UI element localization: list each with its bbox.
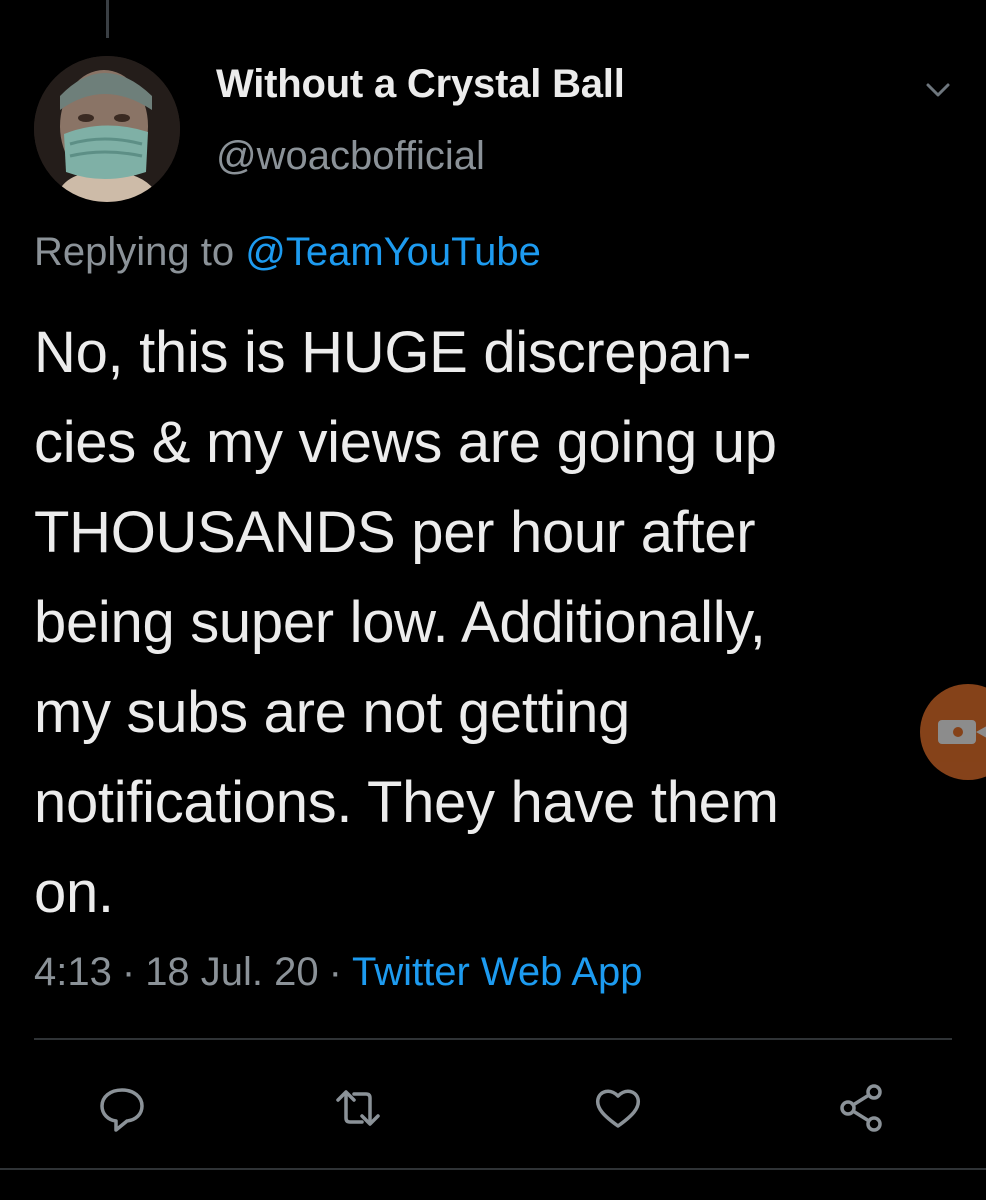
- reply-button[interactable]: [94, 1080, 150, 1136]
- avatar-photo-icon: [34, 56, 180, 202]
- heart-icon: [595, 1089, 641, 1128]
- author-avatar[interactable]: [34, 56, 180, 202]
- retweet-icon: [336, 1090, 380, 1126]
- tweet-date: 18 Jul. 20: [145, 950, 319, 994]
- actions-divider: [34, 1038, 952, 1040]
- thread-connector-line: [106, 0, 109, 38]
- tweet-meta: 4:13 · 18 Jul. 20 · Twitter Web App: [34, 950, 643, 995]
- retweet-button[interactable]: [330, 1080, 386, 1136]
- author-display-name[interactable]: Without a Crystal Ball: [216, 62, 625, 107]
- meta-separator: ·: [328, 950, 342, 994]
- tweet-body-text: No, this is HUGE discrepan- cies & my vi…: [34, 320, 779, 925]
- like-button[interactable]: [590, 1080, 646, 1136]
- share-button[interactable]: [834, 1080, 890, 1136]
- tweet-time: 4:13: [34, 950, 112, 994]
- video-camera-icon: [938, 720, 986, 744]
- reply-context-prefix: Replying to: [34, 230, 235, 274]
- meta-separator: ·: [121, 950, 136, 994]
- share-icon: [840, 1084, 882, 1132]
- chevron-down-icon[interactable]: [918, 70, 958, 110]
- author-handle[interactable]: @woacbofficial: [216, 134, 485, 179]
- reply-mention-link[interactable]: @TeamYouTube: [245, 230, 541, 274]
- reply-context: Replying to @TeamYouTube: [34, 230, 541, 275]
- bottom-divider: [0, 1168, 986, 1170]
- tweet-source-link[interactable]: Twitter Web App: [352, 950, 643, 994]
- reply-icon: [100, 1088, 144, 1132]
